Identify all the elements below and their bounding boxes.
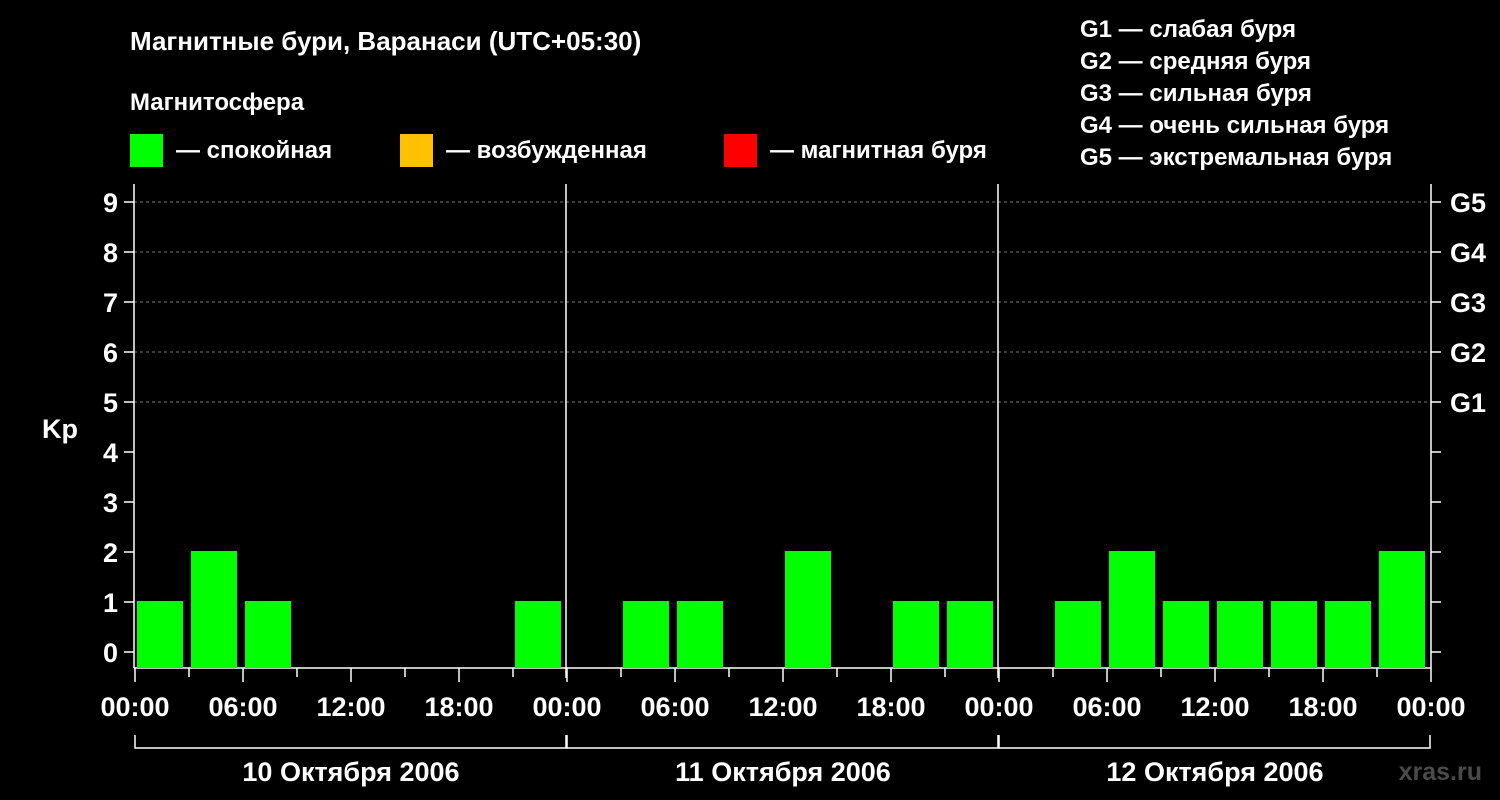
- day-label-2: 11 Октября 2006: [675, 757, 891, 787]
- g-level-label-g3: G3: [1450, 288, 1486, 318]
- x-tick-label-9: 06:00: [1072, 692, 1141, 722]
- x-tick-label-3: 18:00: [424, 692, 493, 722]
- kp-bar-18: [1109, 551, 1155, 668]
- y-tick-label-8: 8: [103, 238, 118, 268]
- x-tick-label-5: 06:00: [640, 692, 709, 722]
- legend-swatch-quiet: [130, 134, 163, 167]
- kp-bar-12: [785, 551, 831, 668]
- legend-label-active: — возбужденная: [446, 137, 647, 164]
- y-tick-label-6: 6: [103, 338, 118, 368]
- y-tick-label-3: 3: [103, 488, 118, 518]
- y-tick-label-7: 7: [103, 288, 118, 318]
- y-tick-label-1: 1: [103, 588, 118, 618]
- legend-storm-g4: G4 — очень сильная буря: [1080, 112, 1389, 139]
- kp-bar-23: [1379, 551, 1425, 668]
- legend-storm-g3: G3 — сильная буря: [1080, 80, 1312, 107]
- g-level-label-g2: G2: [1450, 338, 1486, 368]
- kp-bar-22: [1325, 601, 1371, 668]
- kp-chart: Магнитные бури, Варанаси (UTC+05:30) Маг…: [42, 16, 1486, 787]
- y-tick-label-9: 9: [103, 188, 118, 218]
- legend-storm-g1: G1 — слабая буря: [1080, 16, 1296, 43]
- plot-area: G1 G2 G3 G4 G5 0 1 2 3 4 5 6 7 8 9 00:00 06:00 12:00 18:00…: [100, 184, 1486, 749]
- g-level-label-g4: G4: [1450, 238, 1486, 268]
- x-tick-label-6: 12:00: [748, 692, 817, 722]
- kp-bar-17: [1055, 601, 1101, 668]
- day-label-1: 10 Октября 2006: [242, 757, 459, 787]
- legend-swatch-active: [400, 134, 433, 167]
- x-tick-label-2: 12:00: [316, 692, 385, 722]
- kp-bar-7: [515, 601, 561, 668]
- x-tick-label-10: 12:00: [1180, 692, 1249, 722]
- kp-bar-0: [137, 601, 183, 668]
- x-tick-label-8: 00:00: [964, 692, 1033, 722]
- g-level-label-g1: G1: [1450, 388, 1486, 418]
- chart-subtitle: Магнитосфера: [130, 89, 305, 116]
- chart-title: Магнитные бури, Варанаси (UTC+05:30): [130, 26, 641, 56]
- x-tick-label-7: 18:00: [856, 692, 925, 722]
- legend-storm-g5: G5 — экстремальная буря: [1080, 144, 1392, 171]
- site-watermark: xras.ru: [1399, 758, 1482, 786]
- legend-swatch-storm: [724, 134, 757, 167]
- kp-bar-1: [191, 551, 237, 668]
- day-label-3: 12 Октября 2006: [1106, 757, 1323, 787]
- y-tick-label-5: 5: [103, 388, 118, 418]
- y-axis-label: Kp: [42, 414, 78, 444]
- x-tick-label-11: 18:00: [1288, 692, 1357, 722]
- legend-label-storm: — магнитная буря: [770, 137, 987, 164]
- kp-bar-2: [245, 601, 291, 668]
- y-tick-label-0: 0: [103, 638, 118, 668]
- kp-bar-20: [1217, 601, 1263, 668]
- kp-bar-21: [1271, 601, 1317, 668]
- x-tick-label-4: 00:00: [532, 692, 601, 722]
- y-tick-label-4: 4: [103, 438, 118, 468]
- legend-label-quiet: — спокойная: [176, 137, 332, 164]
- x-tick-label-0: 00:00: [100, 692, 169, 722]
- day-bracket-1: [134, 735, 567, 749]
- kp-bar-9: [623, 601, 669, 668]
- x-tick-label-1: 06:00: [208, 692, 277, 722]
- kp-bar-14: [893, 601, 939, 668]
- kp-bar-15: [947, 601, 993, 668]
- day-bracket-2: [566, 735, 999, 749]
- y-tick-label-2: 2: [103, 538, 118, 568]
- kp-bar-10: [677, 601, 723, 668]
- x-tick-label-12: 00:00: [1396, 692, 1465, 722]
- g-level-label-g5: G5: [1450, 188, 1486, 218]
- kp-bar-19: [1163, 601, 1209, 668]
- day-bracket-3: [998, 735, 1431, 749]
- legend-storm-g2: G2 — средняя буря: [1080, 48, 1311, 75]
